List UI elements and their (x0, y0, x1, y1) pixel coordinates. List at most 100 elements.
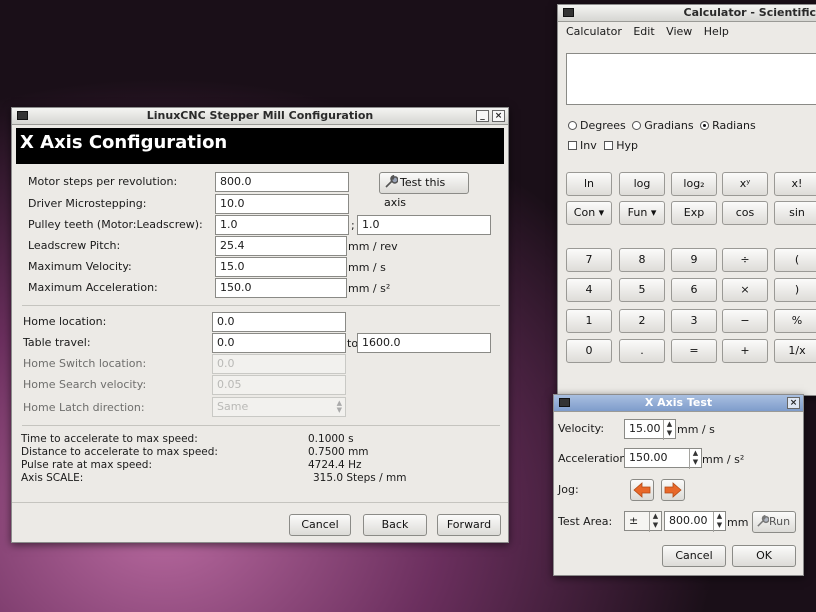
calc-func-key[interactable]: cos (722, 201, 768, 225)
calc-key[interactable]: 3 (671, 309, 717, 333)
menu-edit[interactable]: Edit (633, 25, 654, 38)
divider (22, 425, 500, 426)
calc-key[interactable]: ( (774, 248, 816, 272)
close-button[interactable]: × (787, 397, 800, 409)
axis-scale-value: 315.0 Steps / mm (313, 472, 407, 484)
calc-key[interactable]: 5 (619, 278, 665, 302)
test-axis-button[interactable]: Test this axis (379, 172, 469, 209)
cancel-button[interactable]: Cancel (662, 545, 726, 567)
calc-key[interactable]: 6 (671, 278, 717, 302)
calc-key[interactable]: 7 (566, 248, 612, 272)
inv-checkbox[interactable]: Inv (568, 139, 597, 152)
calc-func-key[interactable]: log (619, 172, 665, 196)
home-latch-direction-value: Same (217, 400, 249, 413)
spinner-arrows-icon[interactable]: ▲ ▼ (713, 512, 725, 532)
config-window-titlebar[interactable]: LinuxCNC Stepper Mill Configuration _ × (12, 108, 508, 125)
spinner-arrows-icon[interactable]: ▲ ▼ (689, 449, 701, 469)
radio-degrees[interactable]: Degrees (568, 119, 626, 132)
window-menu-icon[interactable] (563, 8, 574, 17)
table-travel-label: Table travel: (23, 336, 91, 349)
calc-key[interactable]: + (722, 339, 768, 363)
calc-key[interactable]: 2 (619, 309, 665, 333)
home-search-velocity-input[interactable]: 0.05 (212, 375, 346, 395)
radio-gradians[interactable]: Gradians (632, 119, 694, 132)
close-button[interactable]: × (492, 110, 505, 122)
home-location-input[interactable]: 0.0 (212, 312, 346, 332)
motor-steps-label: Motor steps per revolution: (28, 175, 178, 188)
max-acceleration-label: Maximum Acceleration: (28, 281, 158, 294)
home-latch-direction-label: Home Latch direction: (23, 401, 145, 414)
modifier-group: Inv Hyp (568, 139, 638, 152)
spinner-arrows-icon[interactable]: ▲ ▼ (663, 420, 675, 440)
velocity-value: 15.00 (629, 422, 661, 435)
calc-key[interactable]: = (671, 339, 717, 363)
motor-steps-input[interactable]: 800.0 (215, 172, 349, 192)
hyp-checkbox[interactable]: Hyp (604, 139, 638, 152)
calc-key[interactable]: ) (774, 278, 816, 302)
menu-view[interactable]: View (666, 25, 692, 38)
config-window-title: LinuxCNC Stepper Mill Configuration (146, 109, 374, 122)
calculator-menubar: Calculator Edit View Help (558, 22, 816, 42)
pulley-teeth-motor-input[interactable]: 1.0 (215, 215, 349, 235)
radio-radians[interactable]: Radians (700, 119, 756, 132)
angle-mode-group: Degrees Gradians Radians (568, 119, 756, 132)
calc-key[interactable]: 8 (619, 248, 665, 272)
calc-func-key[interactable]: Exp (671, 201, 717, 225)
test-area-sign: ± (629, 514, 639, 527)
calc-key[interactable]: % (774, 309, 816, 333)
accel-time-label: Time to accelerate to max speed: (21, 433, 198, 445)
calc-func-key[interactable]: Fun ▾ (619, 201, 665, 225)
axis-test-titlebar[interactable]: X Axis Test × (554, 395, 803, 412)
jog-negative-button[interactable] (630, 479, 654, 501)
back-button[interactable]: Back (363, 514, 427, 536)
run-button[interactable]: Run (752, 511, 796, 533)
axis-test-title: X Axis Test (644, 396, 713, 409)
test-area-sign-select[interactable]: ± ▲ ▼ (624, 511, 662, 532)
driver-microstepping-input[interactable]: 10.0 (215, 194, 349, 214)
calc-key[interactable]: 4 (566, 278, 612, 302)
table-travel-from-input[interactable]: 0.0 (212, 333, 346, 353)
window-menu-icon[interactable] (17, 111, 28, 120)
calc-key[interactable]: 1/x (774, 339, 816, 363)
home-latch-direction-select[interactable]: Same ▲ ▼ (212, 397, 346, 417)
cancel-button[interactable]: Cancel (289, 514, 351, 536)
calc-func-key[interactable]: xʸ (722, 172, 768, 196)
max-acceleration-input[interactable]: 150.0 (215, 278, 347, 298)
calc-key[interactable]: − (722, 309, 768, 333)
arrow-left-icon (633, 482, 651, 498)
calc-key[interactable]: . (619, 339, 665, 363)
accel-distance-label: Distance to accelerate to max speed: (21, 446, 218, 458)
forward-button[interactable]: Forward (437, 514, 501, 536)
calc-key[interactable]: 9 (671, 248, 717, 272)
calc-key[interactable]: 0 (566, 339, 612, 363)
wrench-icon (384, 174, 399, 189)
minimize-button[interactable]: _ (476, 110, 489, 122)
velocity-input[interactable]: 15.00 ▲ ▼ (624, 419, 676, 440)
home-switch-location-input[interactable]: 0.0 (212, 354, 346, 374)
calc-func-key[interactable]: x! (774, 172, 816, 196)
accel-time-value: 0.1000 s (308, 433, 354, 445)
jog-positive-button[interactable] (661, 479, 685, 501)
leadscrew-pitch-input[interactable]: 25.4 (215, 236, 347, 256)
table-travel-to-input[interactable]: 1600.0 (357, 333, 491, 353)
calc-key[interactable]: ÷ (722, 248, 768, 272)
acceleration-input[interactable]: 150.00 ▲ ▼ (624, 448, 702, 469)
menu-calculator[interactable]: Calculator (566, 25, 622, 38)
calc-func-key[interactable]: ln (566, 172, 612, 196)
test-area-input[interactable]: 800.00 ▲ ▼ (664, 511, 726, 532)
calc-key[interactable]: 1 (566, 309, 612, 333)
calc-func-key[interactable]: sin (774, 201, 816, 225)
max-velocity-input[interactable]: 15.0 (215, 257, 347, 277)
pulley-teeth-leadscrew-input[interactable]: 1.0 (357, 215, 491, 235)
arrow-right-icon (664, 482, 682, 498)
calc-key[interactable]: × (722, 278, 768, 302)
menu-help[interactable]: Help (704, 25, 729, 38)
ok-button[interactable]: OK (732, 545, 796, 567)
calc-func-key[interactable]: log₂ (671, 172, 717, 196)
accel-distance-value: 0.7500 mm (308, 446, 369, 458)
window-menu-icon[interactable] (559, 398, 570, 407)
calculator-titlebar[interactable]: Calculator - Scientific (558, 5, 816, 22)
acceleration-unit: mm / s² (702, 453, 745, 466)
axis-scale-label: Axis SCALE: (21, 472, 84, 484)
calc-func-key[interactable]: Con ▾ (566, 201, 612, 225)
